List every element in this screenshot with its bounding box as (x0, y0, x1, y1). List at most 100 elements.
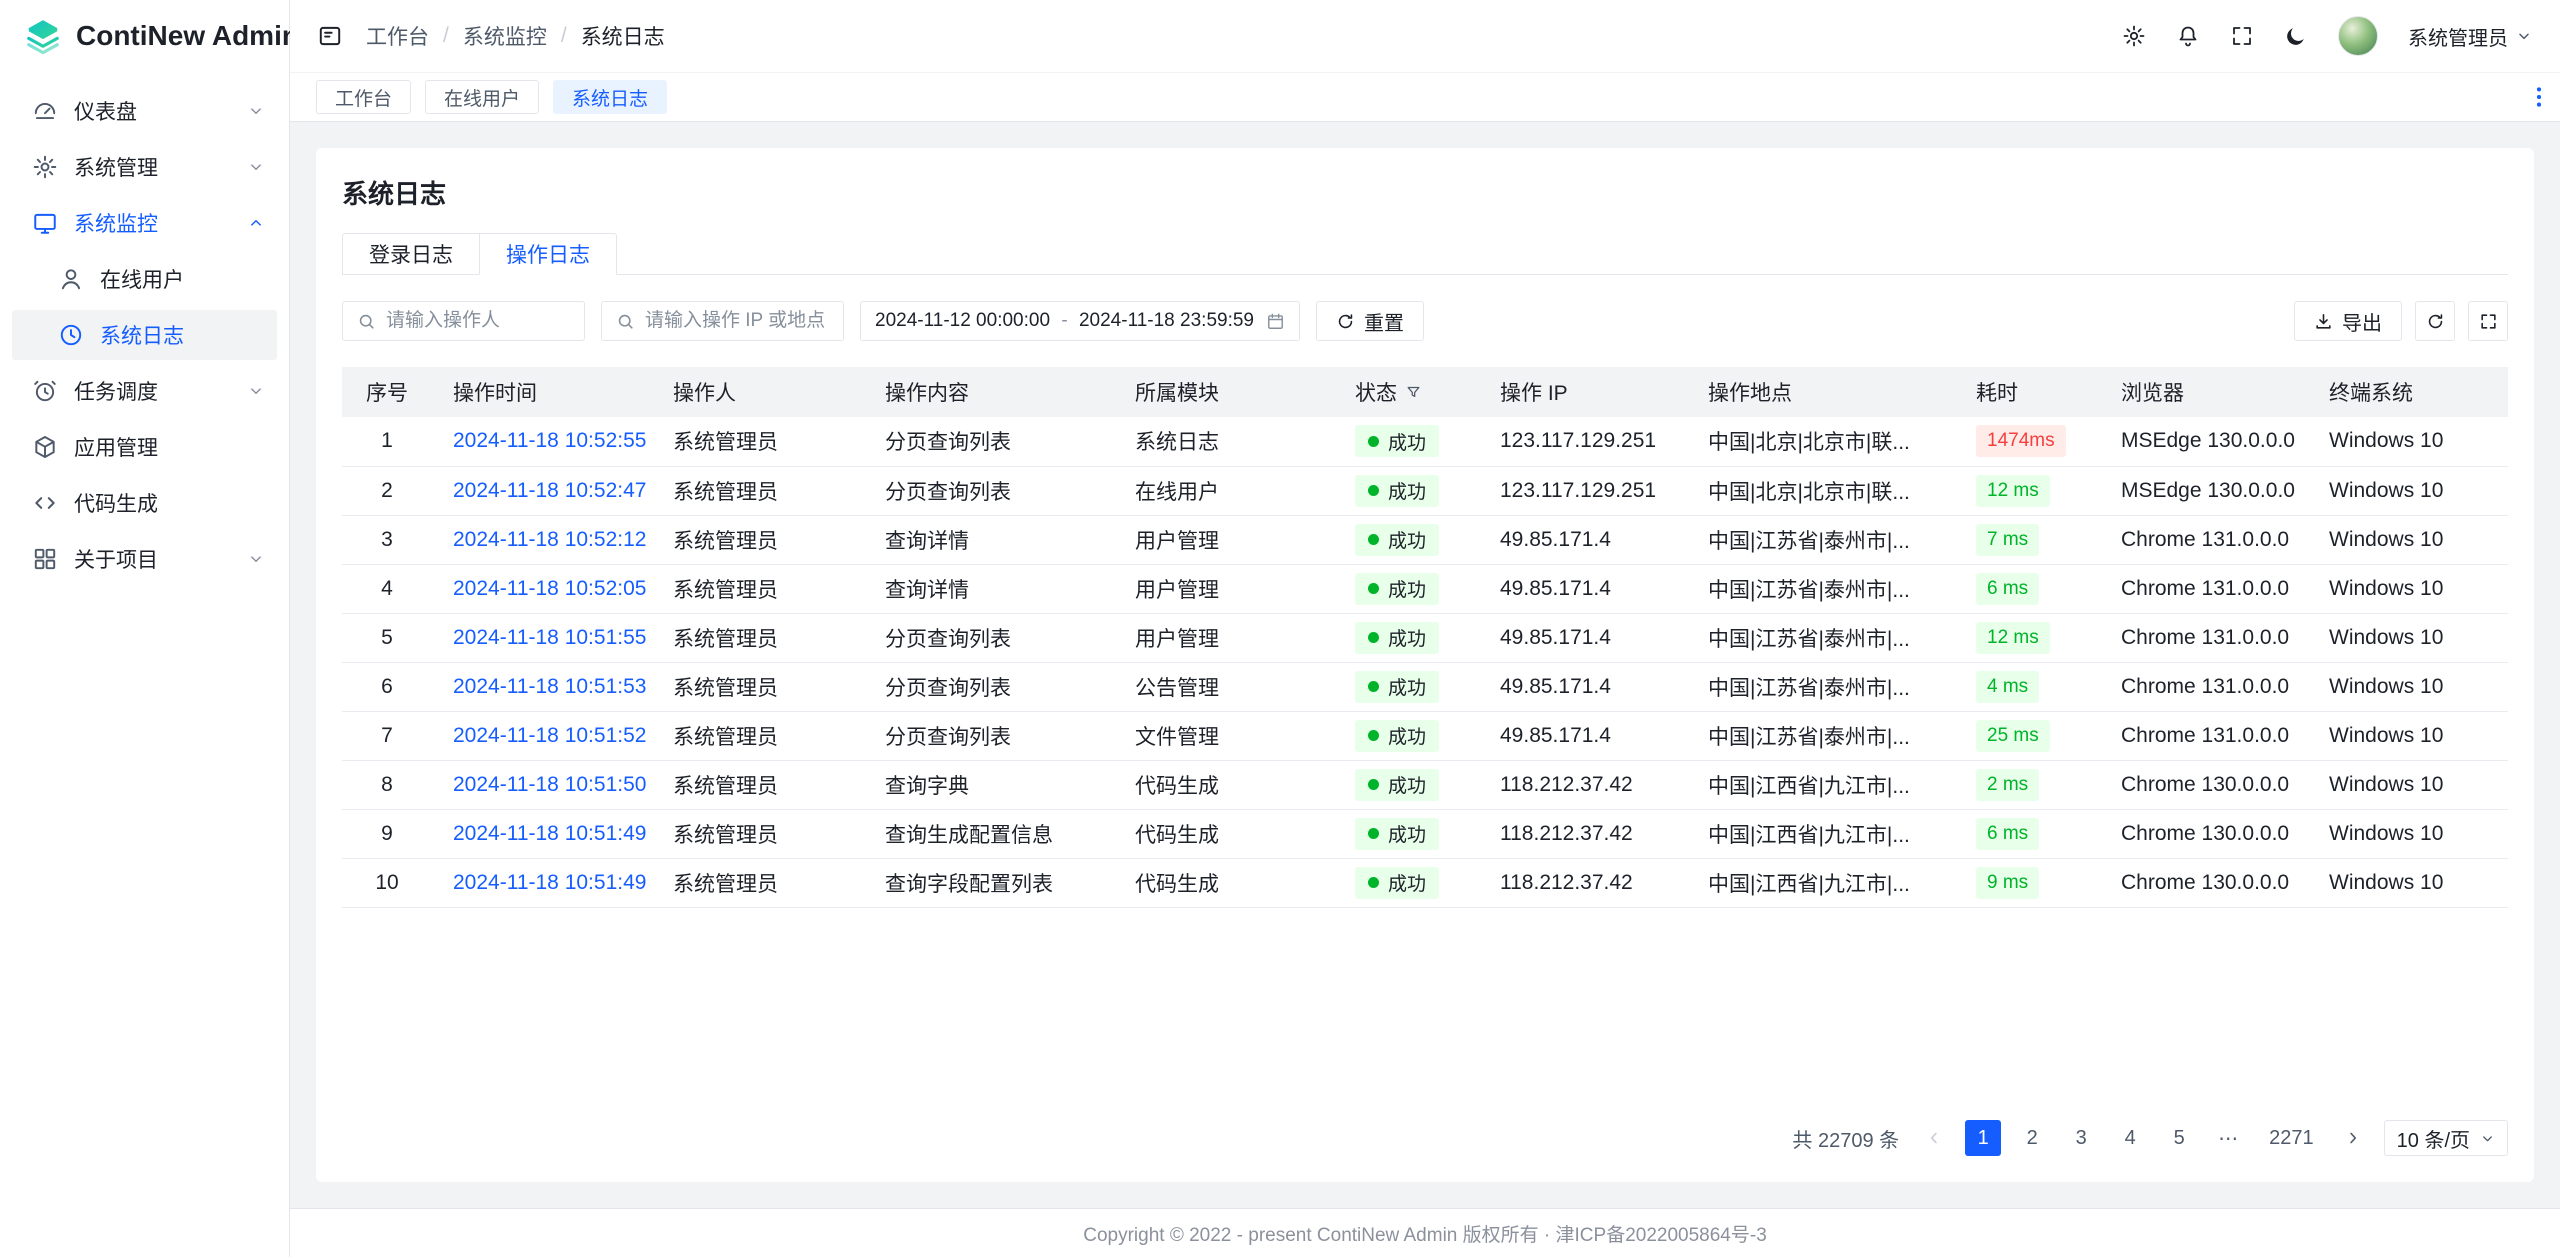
duration-badge: 12 ms (1976, 622, 2050, 654)
cell-time: 2024-11-18 10:51:50 (432, 760, 652, 809)
avatar[interactable] (2338, 16, 2378, 56)
table-toolbar-right: 导出 (2294, 301, 2508, 341)
table-fullscreen-button[interactable] (2468, 301, 2508, 341)
operation-time-link[interactable]: 2024-11-18 10:52:05 (453, 577, 646, 600)
col-duration: 耗时 (1955, 367, 2100, 417)
page-button[interactable]: 5 (2161, 1120, 2197, 1156)
cell-seq: 5 (342, 613, 432, 662)
export-button[interactable]: 导出 (2294, 301, 2402, 341)
calendar-icon (1266, 312, 1285, 331)
col-browser: 浏览器 (2100, 367, 2308, 417)
cell-browser: MSEdge 130.0.0.0 (2100, 417, 2308, 466)
user-menu[interactable]: 系统管理员 (2408, 22, 2532, 51)
duration-badge: 4 ms (1976, 671, 2039, 703)
status-dot-icon (1368, 779, 1379, 790)
col-content: 操作内容 (864, 367, 1114, 417)
cell-seq: 7 (342, 711, 432, 760)
page-button[interactable]: 4 (2112, 1120, 2148, 1156)
breadcrumb-item[interactable]: 工作台 (366, 21, 429, 51)
operation-time-link[interactable]: 2024-11-18 10:51:52 (453, 724, 646, 747)
main-content: 系统日志 登录日志 操作日志 2024-11-12 00:00: (290, 122, 2560, 1208)
bell-icon[interactable] (2176, 24, 2200, 48)
cell-content: 分页查询列表 (864, 613, 1114, 662)
cell-seq: 4 (342, 564, 432, 613)
duration-badge: 25 ms (1976, 720, 2050, 752)
cell-browser: Chrome 131.0.0.0 (2100, 613, 2308, 662)
sidebar-item-label: 系统监控 (74, 208, 247, 238)
page-button[interactable]: 3 (2063, 1120, 2099, 1156)
ip-search-field[interactable] (601, 301, 844, 341)
cell-content: 查询详情 (864, 515, 1114, 564)
sidebar-item-task-schedule[interactable]: 任务调度 (12, 366, 277, 416)
operation-time-link[interactable]: 2024-11-18 10:52:55 (453, 429, 646, 452)
sidebar-item-system-management[interactable]: 系统管理 (12, 142, 277, 192)
operator-search-field[interactable] (342, 301, 585, 341)
cell-os: Windows 10 (2308, 613, 2508, 662)
cell-operator: 系统管理员 (652, 809, 864, 858)
operation-time-link[interactable]: 2024-11-18 10:51:55 (453, 626, 646, 649)
table-row: 102024-11-18 10:51:49系统管理员查询字段配置列表代码生成成功… (342, 858, 2508, 907)
status-badge: 成功 (1355, 524, 1439, 556)
operation-time-link[interactable]: 2024-11-18 10:51:53 (453, 675, 646, 698)
table-row: 92024-11-18 10:51:49系统管理员查询生成配置信息代码生成成功1… (342, 809, 2508, 858)
cell-location: 中国|江苏省|泰州市|... (1687, 711, 1955, 760)
page-button[interactable]: 2271 (2261, 1120, 2322, 1156)
logo[interactable]: ContiNew Admin (0, 0, 289, 72)
tab-login-logs[interactable]: 登录日志 (342, 233, 480, 275)
tab-operation-logs[interactable]: 操作日志 (479, 233, 617, 275)
page-button[interactable]: 1 (1965, 1120, 2001, 1156)
tab-workbench[interactable]: 工作台 (316, 80, 411, 114)
sidebar-item-app-management[interactable]: 应用管理 (12, 422, 277, 472)
breadcrumb-item[interactable]: 系统监控 (463, 21, 547, 51)
refresh-button[interactable] (2415, 301, 2455, 341)
sidebar-item-online-users[interactable]: 在线用户 (12, 254, 277, 304)
filter-icon[interactable] (1405, 384, 1422, 401)
page-button[interactable]: 2 (2014, 1120, 2050, 1156)
status-badge: 成功 (1355, 475, 1439, 507)
moon-icon[interactable] (2284, 24, 2308, 48)
sidebar-item-label: 应用管理 (74, 432, 265, 462)
status-badge: 成功 (1355, 769, 1439, 801)
cell-duration: 9 ms (1955, 858, 2100, 907)
status-dot-icon (1368, 534, 1379, 545)
cell-location: 中国|北京|北京市|联... (1687, 466, 1955, 515)
sidebar-item-about-project[interactable]: 关于项目 (12, 534, 277, 584)
page-size-select[interactable]: 10 条/页 (2384, 1120, 2508, 1156)
cell-browser: MSEdge 130.0.0.0 (2100, 466, 2308, 515)
operation-time-link[interactable]: 2024-11-18 10:51:50 (453, 773, 646, 796)
logo-title: ContiNew Admin (76, 20, 299, 52)
fullscreen-icon[interactable] (2230, 24, 2254, 48)
sidebar-item-code-generation[interactable]: 代码生成 (12, 478, 277, 528)
ip-search-input[interactable] (645, 310, 829, 332)
chevron-down-icon (2516, 28, 2532, 44)
cell-time: 2024-11-18 10:52:47 (432, 466, 652, 515)
pagination-ellipsis: ⋯ (2210, 1120, 2248, 1156)
cell-os: Windows 10 (2308, 662, 2508, 711)
cell-ip: 49.85.171.4 (1479, 711, 1687, 760)
table-row: 72024-11-18 10:51:52系统管理员分页查询列表文件管理成功49.… (342, 711, 2508, 760)
operation-time-link[interactable]: 2024-11-18 10:51:49 (453, 871, 646, 894)
more-vertical-icon[interactable] (2526, 84, 2552, 110)
sidebar-item-system-logs[interactable]: 系统日志 (12, 310, 277, 360)
collapse-menu-button[interactable] (312, 18, 348, 54)
cell-content: 分页查询列表 (864, 711, 1114, 760)
table-row: 52024-11-18 10:51:55系统管理员分页查询列表用户管理成功49.… (342, 613, 2508, 662)
tab-online-users[interactable]: 在线用户 (425, 80, 539, 114)
sidebar-item-dashboard[interactable]: 仪表盘 (12, 86, 277, 136)
operator-search-input[interactable] (386, 310, 570, 332)
operation-time-link[interactable]: 2024-11-18 10:52:12 (453, 528, 646, 551)
cell-seq: 1 (342, 417, 432, 466)
tab-system-logs[interactable]: 系统日志 (553, 80, 667, 114)
sidebar-item-label: 在线用户 (100, 264, 265, 294)
reset-button[interactable]: 重置 (1316, 301, 1424, 341)
gear-icon[interactable] (2122, 24, 2146, 48)
sidebar-item-system-monitor[interactable]: 系统监控 (12, 198, 277, 248)
operation-time-link[interactable]: 2024-11-18 10:51:49 (453, 822, 646, 845)
next-page-button[interactable] (2335, 1120, 2371, 1156)
operation-time-link[interactable]: 2024-11-18 10:52:47 (453, 479, 646, 502)
prev-page-button[interactable] (1916, 1120, 1952, 1156)
status-badge: 成功 (1355, 425, 1439, 457)
cell-ip: 118.212.37.42 (1479, 809, 1687, 858)
date-range-picker[interactable]: 2024-11-12 00:00:00 - 2024-11-18 23:59:5… (860, 301, 1300, 341)
status-dot-icon (1368, 632, 1379, 643)
